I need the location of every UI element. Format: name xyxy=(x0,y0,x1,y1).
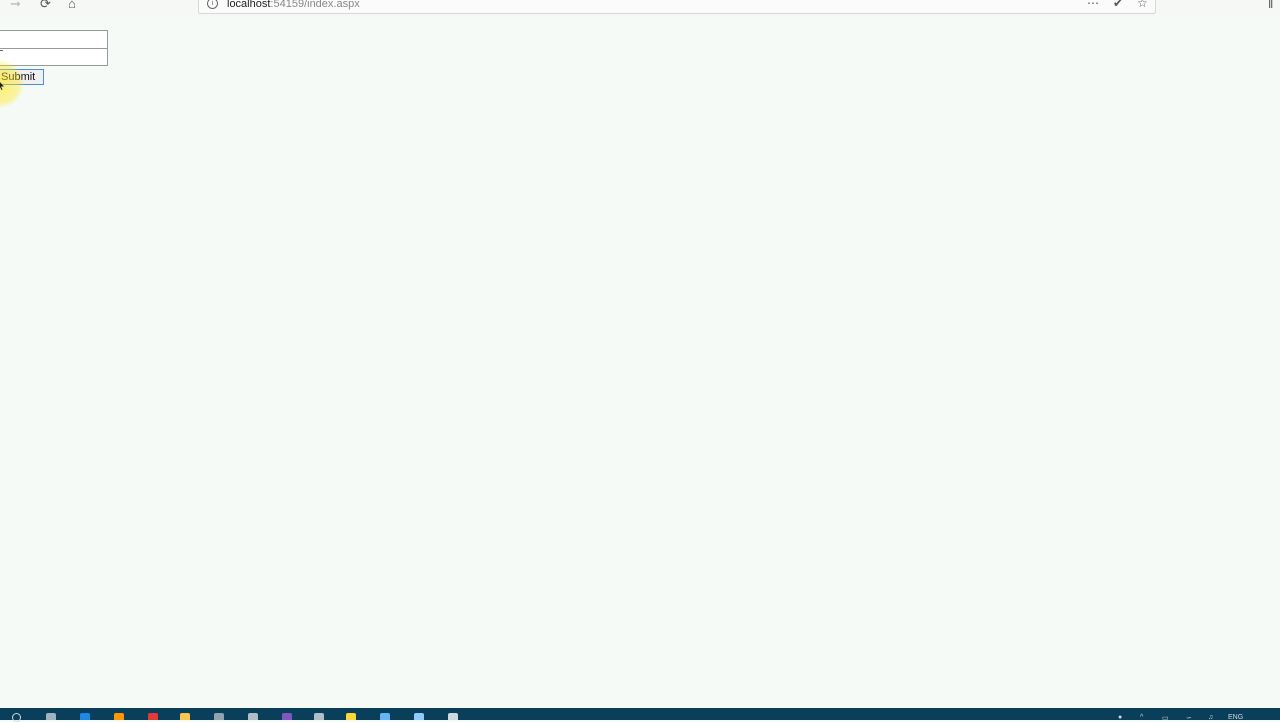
home-icon[interactable]: ⌂ xyxy=(68,0,76,12)
app-icon[interactable] xyxy=(414,713,424,720)
input-divider xyxy=(0,48,107,49)
taskbar: ● ^ ▭ ∽ ♫ ENG xyxy=(0,708,1280,722)
app-icon[interactable] xyxy=(314,713,324,720)
app-icon[interactable] xyxy=(248,713,258,720)
tray-wifi-icon[interactable]: ∽ xyxy=(1186,714,1192,722)
chrome-icon[interactable] xyxy=(148,713,158,720)
submit-button[interactable]: Submit xyxy=(0,69,45,85)
visual-studio-icon[interactable] xyxy=(282,713,292,720)
tray-network-icon[interactable]: ▭ xyxy=(1162,714,1169,722)
text-input[interactable] xyxy=(0,30,108,66)
task-view-icon[interactable] xyxy=(46,713,56,720)
url-path: :54159/index.aspx xyxy=(270,0,360,10)
search-icon[interactable] xyxy=(12,713,21,722)
library-icon[interactable]: ‖ xyxy=(1268,0,1273,11)
url-host: localhost xyxy=(227,0,271,10)
store-icon[interactable] xyxy=(214,713,224,720)
address-bar[interactable]: i localhost:54159/index.aspx ⋯ ✔ ☆ xyxy=(198,0,1156,14)
firefox-icon[interactable] xyxy=(114,713,124,720)
more-actions-icon[interactable]: ⋯ xyxy=(1087,0,1099,10)
app-icon[interactable] xyxy=(346,713,356,720)
info-icon[interactable]: i xyxy=(207,0,218,9)
app-icon[interactable] xyxy=(448,713,458,720)
browser-toolbar: ➞ ⟳ ⌂ i localhost:54159/index.aspx ⋯ ✔ ☆… xyxy=(0,0,1280,16)
url-text: localhost:54159/index.aspx xyxy=(227,0,360,10)
text-caret xyxy=(0,50,3,51)
star-bookmark-icon[interactable]: ☆ xyxy=(1137,0,1148,10)
forward-arrow-icon[interactable]: ➞ xyxy=(10,0,21,12)
reload-icon[interactable]: ⟳ xyxy=(40,0,51,12)
app-icon[interactable] xyxy=(380,713,390,720)
shield-check-icon[interactable]: ✔ xyxy=(1113,0,1123,10)
file-explorer-icon[interactable] xyxy=(180,713,190,720)
edge-icon[interactable] xyxy=(80,713,90,720)
